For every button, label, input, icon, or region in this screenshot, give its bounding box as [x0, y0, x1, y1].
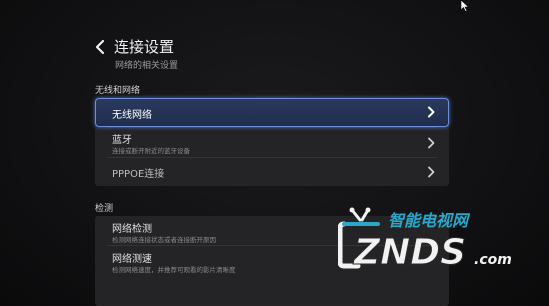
- chevron-right-icon: [428, 166, 435, 178]
- menu-item-description: 检测网络连接状态或者连接断开原因: [112, 236, 216, 244]
- menu-item-bluetooth[interactable]: 蓝牙 连接或断开附近的蓝牙设备: [95, 128, 449, 157]
- menu-item-pppoe[interactable]: PPPOE连接: [95, 158, 449, 186]
- page-title: 连接设置: [114, 38, 175, 56]
- chevron-right-icon: [428, 137, 435, 149]
- menu-item-wireless-network[interactable]: 无线网络: [95, 98, 449, 127]
- chevron-right-icon: [428, 106, 435, 118]
- menu-item-label: 网络测速: [112, 254, 152, 265]
- znds-watermark-logo: 智能电视网 ZNDS .com: [338, 207, 512, 274]
- watermark-top-text: 智能电视网: [388, 211, 471, 230]
- menu-item-label: 蓝牙: [112, 135, 132, 146]
- menu-item-label: PPPOE连接: [112, 169, 165, 180]
- menu-item-description: 检测网络速度，并推荐可观看的影片清晰度: [112, 266, 236, 274]
- chevron-left-icon[interactable]: [94, 39, 106, 55]
- menu-item-description: 连接或断开附近的蓝牙设备: [112, 147, 190, 155]
- watermark-suffix-text: .com: [474, 252, 512, 268]
- section-label-detection: 检测: [95, 204, 114, 214]
- mouse-cursor-icon: [460, 0, 470, 12]
- section-label-wireless: 无线和网络: [95, 86, 141, 96]
- page-subtitle: 网络的相关设置: [115, 61, 179, 71]
- menu-item-label: 无线网络: [112, 110, 152, 121]
- watermark-brand-text: ZNDS: [353, 232, 466, 273]
- menu-item-label: 网络检测: [112, 224, 152, 235]
